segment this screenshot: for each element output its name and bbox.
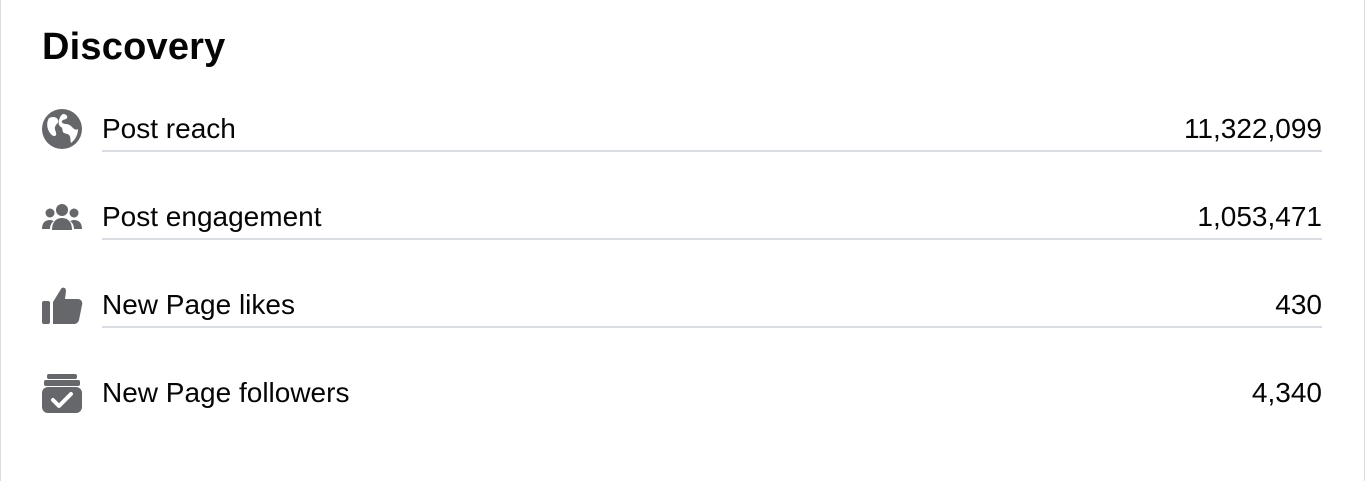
metric-label: New Page followers [102, 377, 350, 408]
thumbs-up-icon [41, 284, 83, 326]
metric-row-new-page-likes: New Page likes 430 [1, 280, 1366, 340]
metric-label: Post engagement [102, 201, 322, 232]
metric-row-body: Post reach 11,322,099 [102, 106, 1322, 152]
follow-checkbox-icon [41, 372, 83, 414]
people-group-icon [41, 196, 83, 238]
metric-value: 430 [1275, 289, 1322, 320]
globe-icon [41, 108, 83, 150]
metric-row-body: Post engagement 1,053,471 [102, 194, 1322, 240]
metric-row-post-reach: Post reach 11,322,099 [1, 104, 1366, 164]
metric-row-post-engagement: Post engagement 1,053,471 [1, 192, 1366, 252]
metric-value: 11,322,099 [1183, 113, 1322, 144]
metric-value: 1,053,471 [1197, 201, 1322, 232]
metric-value: 4,340 [1251, 377, 1322, 408]
discovery-card: Discovery Post reach 11,322,099 Post eng… [0, 0, 1365, 481]
metric-row-body: New Page likes 430 [102, 282, 1322, 328]
metric-label: Post reach [102, 113, 236, 144]
metric-row-body: New Page followers 4,340 [102, 370, 1322, 416]
metric-row-new-page-followers: New Page followers 4,340 [1, 368, 1366, 428]
metric-label: New Page likes [102, 289, 295, 320]
section-title: Discovery [42, 26, 226, 68]
